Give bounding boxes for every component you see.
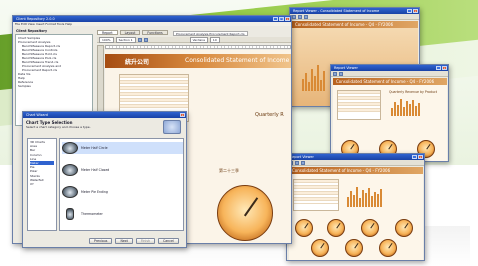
file-path: Procurement Analysis Procurement Report.…: [173, 31, 248, 36]
report-page: Consolidated Statement of Income - Q4 - …: [289, 167, 423, 260]
font-select[interactable]: Verdana: [189, 36, 208, 43]
bar-chart: [391, 98, 420, 116]
print-icon[interactable]: [292, 14, 296, 19]
meter-pie-ending-icon: [62, 186, 78, 198]
close-button[interactable]: x: [180, 113, 185, 117]
title-bar[interactable]: Report Viewer _ x: [331, 65, 448, 71]
report-page: Consolidated Statement of Income - Q4 - …: [333, 78, 447, 161]
option-label: Meter Pie Ending: [81, 190, 108, 194]
minimize-button[interactable]: _: [407, 9, 412, 13]
toolbar: [287, 160, 424, 166]
gauge-chart: [361, 219, 379, 237]
format-toolbar: 100% Section 1 Verdana 10: [97, 36, 291, 43]
chart-category-list[interactable]: 3D Charts Area Bar Column Line Meter Pie…: [27, 138, 57, 231]
report-header: Consolidated Statement of Income - Q4 - …: [292, 21, 418, 28]
gauge-chart: [311, 239, 329, 257]
ruler: [105, 45, 291, 49]
chart-type-option[interactable]: Meter Half Closed: [62, 164, 109, 176]
toolbar: [331, 71, 448, 77]
dialog-buttons: Previous Next Finish Cancel: [89, 238, 179, 244]
thermometer-icon: [66, 208, 74, 220]
repository-label: Client Repository: [16, 29, 48, 33]
category-item[interactable]: XY: [30, 182, 54, 186]
zoom-icon[interactable]: [301, 160, 305, 165]
option-label: Meter Half Closed: [81, 168, 110, 172]
font-size-select[interactable]: 10: [209, 36, 220, 43]
minimize-button[interactable]: _: [436, 66, 441, 70]
chart-type-option[interactable]: Meter Pie Ending: [62, 186, 108, 198]
gauge-chart: [395, 219, 413, 237]
company-title: 統升公司: [125, 59, 150, 66]
next-button[interactable]: Next: [115, 238, 133, 244]
close-button[interactable]: x: [413, 9, 418, 13]
gauge-chart: [327, 219, 345, 237]
chart-type-option[interactable]: Meter Half Circle: [62, 142, 183, 154]
window-title: Report Viewer: [290, 155, 314, 159]
window-title: Report Viewer - Consolidated Statement o…: [293, 9, 380, 13]
gauge-chart: [295, 219, 313, 237]
chart-type-option[interactable]: Thermometer: [62, 208, 103, 220]
maximize-button[interactable]: □: [279, 17, 284, 21]
export-icon[interactable]: [339, 71, 343, 76]
chart-label: Quarterly Revenue by Product: [389, 90, 438, 94]
bold-icon[interactable]: [137, 37, 142, 42]
bar-chart: [302, 61, 325, 91]
chart-wizard-icon: [163, 120, 181, 134]
report-banner: 統升公司 Consolidated Statement of Income: [105, 54, 291, 68]
export-icon[interactable]: [295, 160, 299, 165]
front-report-window[interactable]: Report Viewer _ x Consolidated Statement o…: [286, 153, 425, 261]
mid-report-window[interactable]: Report Viewer _ x Consolidated Statement o…: [330, 64, 449, 162]
close-button[interactable]: x: [418, 155, 423, 159]
report-header-text: Consolidated Statement of Income - Q4 - …: [336, 79, 435, 84]
tab-functions[interactable]: Functions: [142, 30, 168, 35]
dialog-subheading: Select a chart category and choose a typ…: [26, 125, 91, 129]
editor-tabs: Report Layout Functions: [97, 30, 168, 35]
large-gauge-chart: [217, 185, 273, 241]
print-icon[interactable]: [333, 71, 337, 76]
report-header-text: Consolidated Statement of Income - Q4 - …: [292, 168, 391, 173]
chart-type-list[interactable]: Meter Half Circle Meter Half Closed Mete…: [59, 138, 184, 231]
report-header: Consolidated Statement of Income - Q4 - …: [333, 78, 447, 85]
toolbar: [290, 14, 419, 20]
report-header-text: Consolidated Statement of Income - Q4 - …: [295, 22, 394, 27]
title-bar[interactable]: Client Repository 2.0.0 _ □ x: [13, 16, 291, 22]
tab-layout[interactable]: Layout: [119, 30, 141, 35]
window-title: Report Viewer: [334, 66, 358, 70]
close-button[interactable]: x: [442, 66, 447, 70]
bar-chart: [347, 185, 382, 207]
chart-wizard-dialog[interactable]: Chart Wizard x Chart Type Selection Selec…: [22, 111, 187, 248]
data-table: [337, 90, 381, 120]
finish-button[interactable]: Finish: [135, 238, 155, 244]
meter-half-circle-icon: [62, 142, 78, 154]
option-label: Thermometer: [81, 212, 103, 216]
quarterly-label: Quarterly R: [255, 112, 284, 118]
menu-bar[interactable]: File Edit View Insert Format Tools Help: [13, 22, 291, 26]
minimize-button[interactable]: _: [412, 155, 417, 159]
gauge-chart: [345, 239, 363, 257]
previous-button[interactable]: Previous: [89, 238, 113, 244]
minimize-button[interactable]: _: [273, 17, 278, 21]
section-select[interactable]: Section 1: [115, 36, 136, 43]
gauge-chart: [379, 239, 397, 257]
option-label: Meter Half Circle: [81, 146, 108, 150]
report-header: Consolidated Statement of Income - Q4 - …: [289, 167, 423, 174]
title-bar[interactable]: Report Viewer _ x: [287, 154, 424, 160]
italic-icon[interactable]: [143, 37, 148, 42]
dialog-heading: Chart Type Selection: [26, 120, 73, 125]
data-table: [293, 179, 339, 211]
window-title: Client Repository 2.0.0: [16, 17, 55, 21]
meter-half-closed-icon: [62, 164, 78, 176]
tab-report[interactable]: Report: [97, 30, 118, 35]
tree-item[interactable]: Samples: [18, 84, 90, 88]
zoom-select[interactable]: 100%: [99, 36, 114, 43]
title-bar[interactable]: Report Viewer - Consolidated Statement o…: [290, 8, 419, 14]
gauge-label: 第二十三季: [219, 168, 239, 173]
close-button[interactable]: x: [285, 17, 290, 21]
dialog-title: Chart Wizard: [26, 113, 48, 117]
zoom-icon[interactable]: [304, 14, 308, 19]
cancel-button[interactable]: Cancel: [158, 238, 179, 244]
title-bar[interactable]: Chart Wizard x: [23, 112, 186, 118]
statement-title: Consolidated Statement of Income: [185, 57, 290, 64]
export-icon[interactable]: [298, 14, 302, 19]
